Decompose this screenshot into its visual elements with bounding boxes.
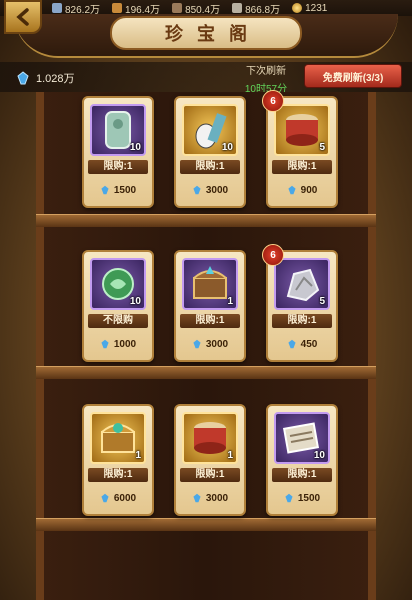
crystal-icon xyxy=(288,339,296,349)
shop-item-card[interactable]: 6 5 限购:1 450 xyxy=(262,244,338,362)
shop-item-card[interactable]: 10 不限购 1000 xyxy=(82,250,154,362)
chevron-left-icon xyxy=(16,8,29,26)
item-price: 3000 xyxy=(205,338,229,350)
item-icon-frame: 10 xyxy=(90,104,146,156)
purchase-limit: 限购:1 xyxy=(272,314,332,328)
gold-coin-icon xyxy=(292,3,303,13)
crystal-icon xyxy=(101,185,109,195)
shelf-2 xyxy=(36,366,376,379)
shelf-3 xyxy=(36,518,376,531)
item-price: 1500 xyxy=(297,492,321,504)
price-row: 1000 xyxy=(88,334,148,354)
purchase-limit: 限购:1 xyxy=(272,160,332,174)
price-row: 1500 xyxy=(272,488,332,508)
item-icon-frame: 1 xyxy=(90,412,146,464)
price-row: 450 xyxy=(272,334,332,354)
purchase-limit: 限购:1 xyxy=(272,468,332,482)
item-quantity: 10 xyxy=(313,450,325,461)
resource-icon-1 xyxy=(52,3,62,13)
item-quantity: 10 xyxy=(221,142,233,153)
purchase-limit: 限购:1 xyxy=(180,314,240,328)
item-icon-frame: 10 xyxy=(182,104,238,156)
item-quantity: 5 xyxy=(319,296,325,307)
discount-badge: 6 xyxy=(262,90,284,112)
item-price: 1000 xyxy=(113,338,137,350)
purchase-limit: 限购:1 xyxy=(180,160,240,174)
shelf-1 xyxy=(36,214,376,227)
resource-icon-4 xyxy=(232,3,243,13)
crystal-icon xyxy=(17,71,29,85)
purchase-limit: 限购:1 xyxy=(88,468,148,482)
crystal-icon xyxy=(193,493,201,503)
page-title: 珍宝阁 xyxy=(110,16,302,50)
next-refresh-label: 下次刷新 xyxy=(246,66,286,77)
price-row: 1500 xyxy=(88,180,148,200)
resource-icon-2 xyxy=(112,3,123,13)
purchase-limit: 限购:1 xyxy=(88,160,148,174)
price-row: 3000 xyxy=(180,488,240,508)
item-icon-frame: 5 xyxy=(274,104,330,156)
shop-item-card[interactable]: 10 限购:1 3000 xyxy=(174,96,246,208)
crystal-icon xyxy=(285,493,293,503)
price-row: 3000 xyxy=(180,180,240,200)
shop-item-card[interactable]: 1 限购:1 6000 xyxy=(82,404,154,516)
refresh-info: 下次刷新 10时57分 xyxy=(236,62,296,95)
price-row: 3000 xyxy=(180,334,240,354)
discount-badge: 6 xyxy=(262,244,284,266)
item-quantity: 10 xyxy=(129,142,141,153)
item-quantity: 1 xyxy=(227,450,233,461)
shop-item-card[interactable]: 10 限购:1 1500 xyxy=(266,404,338,516)
purchase-limit: 限购:1 xyxy=(180,468,240,482)
resource-icon-3 xyxy=(172,3,183,13)
item-icon-frame: 1 xyxy=(182,412,238,464)
item-icon-frame: 10 xyxy=(274,412,330,464)
item-icon-frame: 10 xyxy=(90,258,146,310)
item-quantity: 5 xyxy=(319,142,325,153)
item-quantity: 1 xyxy=(135,450,141,461)
item-price: 6000 xyxy=(113,492,137,504)
gold-resource: 1231 xyxy=(292,3,327,14)
item-price: 1500 xyxy=(113,184,137,196)
crystal-balance-value: 1.028万 xyxy=(36,73,75,85)
item-price: 3000 xyxy=(205,184,229,196)
shop-item-card[interactable]: 1 限购:1 3000 xyxy=(174,404,246,516)
crystal-balance: 1.028万 xyxy=(16,70,75,86)
price-row: 900 xyxy=(272,180,332,200)
purchase-limit: 不限购 xyxy=(88,314,148,328)
shop-item-card[interactable]: 1 限购:1 3000 xyxy=(174,250,246,362)
crystal-icon xyxy=(101,339,109,349)
price-row: 6000 xyxy=(88,488,148,508)
crystal-icon xyxy=(193,185,201,195)
item-quantity: 10 xyxy=(129,296,141,307)
gold-value: 1231 xyxy=(305,2,328,14)
crystal-icon xyxy=(193,339,201,349)
crystal-icon xyxy=(288,185,296,195)
item-price: 3000 xyxy=(205,492,229,504)
item-price: 900 xyxy=(300,184,318,196)
back-button[interactable] xyxy=(4,0,42,34)
item-price: 450 xyxy=(300,338,318,350)
shop-item-card[interactable]: 6 5 限购:1 900 xyxy=(262,90,338,208)
item-icon-frame: 1 xyxy=(182,258,238,310)
shop-item-card[interactable]: 10 限购:1 1500 xyxy=(82,96,154,208)
item-quantity: 1 xyxy=(227,296,233,307)
item-icon-frame: 5 xyxy=(274,258,330,310)
free-refresh-button[interactable]: 免费刷新(3/3) xyxy=(304,64,402,88)
crystal-icon xyxy=(101,493,109,503)
